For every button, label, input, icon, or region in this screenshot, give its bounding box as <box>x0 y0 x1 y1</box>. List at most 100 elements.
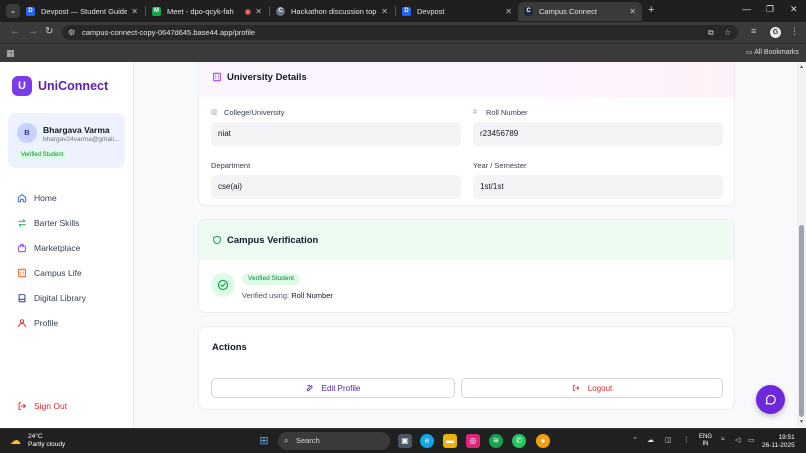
brand-name: UniConnect <box>38 79 109 93</box>
close-tab-icon[interactable]: ✕ <box>629 7 636 16</box>
edge-browser-icon[interactable]: e <box>420 434 434 448</box>
restore-icon[interactable]: ❐ <box>766 4 774 15</box>
browser-toolbar: ← → ↻ ⚙ campus-connect-copy-0647d645.bas… <box>0 22 806 43</box>
apps-grid-icon[interactable]: ▦ <box>6 48 15 59</box>
close-tab-icon[interactable]: ✕ <box>131 7 138 16</box>
edit-icon <box>306 384 314 392</box>
scrollbar[interactable]: ▲ ▼ <box>797 62 806 428</box>
browser-menu-icon[interactable]: ⋮ <box>790 26 799 37</box>
sidebar-item-campus-life[interactable]: Campus Life <box>17 268 82 278</box>
scroll-down-icon[interactable]: ▼ <box>798 419 805 425</box>
sidebar-item-label: Profile <box>34 318 59 328</box>
year-semester-label: Year / Semester <box>473 161 527 170</box>
status-badge: Verified Student <box>242 273 300 285</box>
new-tab-button[interactable]: + <box>648 4 654 16</box>
building-icon <box>212 72 222 82</box>
user-email: bhargav24varma@gmail... <box>43 136 120 143</box>
whatsapp-icon[interactable]: ✆ <box>512 434 526 448</box>
all-bookmarks-label: All Bookmarks <box>754 49 799 56</box>
brand-logo: U <box>12 76 32 96</box>
sidebar-item-label: Digital Library <box>34 293 86 303</box>
chat-button[interactable] <box>756 385 785 414</box>
browser-tab[interactable]: D Devpost ✕ <box>396 2 518 21</box>
logout-button[interactable]: Logout <box>461 378 723 398</box>
taskbar-search[interactable]: ⌕ Search <box>278 432 390 450</box>
microphone-icon[interactable]: ⋮ <box>683 436 690 444</box>
home-icon <box>17 193 27 203</box>
sidebar-item-label: Barter Skills <box>34 218 80 228</box>
onedrive-icon[interactable]: ☁ <box>647 436 654 444</box>
weather-widget[interactable]: ☁ 24°C Partly cloudy <box>10 433 65 449</box>
devpost-favicon-icon: D <box>402 7 411 16</box>
section-title: Actions <box>212 341 247 353</box>
browser-tab[interactable]: M Meet - dpo-qcyk-fah ◉ ✕ <box>146 2 268 21</box>
instagram-icon[interactable]: ◎ <box>466 434 480 448</box>
close-tab-icon[interactable]: ✕ <box>505 7 512 16</box>
language-indicator[interactable]: ENG IN <box>699 434 712 448</box>
address-bar[interactable]: ⚙ campus-connect-copy-0647d645.base44.ap… <box>62 25 738 40</box>
file-explorer-icon[interactable]: ▬ <box>443 434 457 448</box>
sidebar-item-profile[interactable]: Profile <box>17 318 58 328</box>
folder-icon: ▭ <box>746 49 753 56</box>
sidebar-item-label: Marketplace <box>34 243 81 253</box>
sidebar-item-marketplace[interactable]: Marketplace <box>17 243 80 253</box>
task-view-icon[interactable]: ▣ <box>398 434 412 448</box>
reload-icon[interactable]: ↻ <box>45 26 53 37</box>
brand[interactable]: U UniConnect <box>12 76 108 96</box>
hash-icon: # <box>473 108 477 116</box>
volume-icon[interactable]: ◁ <box>735 436 740 444</box>
app-page: U UniConnect B Bhargava Varma bhargav24v… <box>0 62 806 428</box>
campus-verification-header: Campus Verification <box>199 220 734 260</box>
tray-chevron-icon[interactable]: ⌃ <box>632 436 638 444</box>
back-icon[interactable]: ← <box>10 26 20 37</box>
edit-profile-button[interactable]: Edit Profile <box>211 378 455 398</box>
logout-icon <box>572 384 580 392</box>
partly-cloudy-icon: ☁ <box>10 435 21 447</box>
minimize-icon[interactable]: — <box>742 4 751 14</box>
tray-app-icon[interactable]: ◫ <box>665 436 672 444</box>
swap-icon <box>17 218 27 228</box>
temperature: 24°C <box>28 433 43 440</box>
browser-tab[interactable]: C Hackathon discussion topics ✕ <box>270 2 394 21</box>
weather-condition: Partly cloudy <box>28 441 66 448</box>
tab-search-menu-icon[interactable]: ⌄ <box>6 4 20 18</box>
all-bookmarks-button[interactable]: ▭ All Bookmarks <box>746 48 799 56</box>
actions-header: Actions <box>199 327 734 367</box>
close-tab-icon[interactable]: ✕ <box>255 7 262 16</box>
shield-icon <box>212 235 222 245</box>
tab-title: Meet - dpo-qcyk-fah <box>167 7 234 16</box>
windows-start-icon[interactable]: ⊞ <box>257 434 271 448</box>
bookmark-star-icon[interactable]: ☆ <box>724 28 731 37</box>
verified-using-label: Verified using: <box>242 291 290 300</box>
college-label: ▥ College/University <box>211 108 284 117</box>
user-card: B Bhargava Varma bhargav24varma@gmail...… <box>8 113 125 168</box>
wifi-icon[interactable]: ≈ <box>721 436 725 443</box>
field-label-text: Year / Semester <box>473 161 527 170</box>
department-field: cse(ai) <box>211 175 461 199</box>
close-window-icon[interactable]: ✕ <box>790 4 798 15</box>
spotify-icon[interactable]: ≋ <box>489 434 503 448</box>
field-label-text: Department <box>211 161 251 170</box>
browser-tab[interactable]: D Devpost — Student Guide for I ✕ <box>20 2 144 21</box>
sign-out-button[interactable]: Sign Out <box>17 401 67 411</box>
scroll-thumb[interactable] <box>799 225 804 417</box>
chrome-icon[interactable]: ● <box>536 434 550 448</box>
clock[interactable]: 19:51 26-11-2025 <box>762 434 795 450</box>
browser-tab-active[interactable]: C Campus Connect ✕ <box>518 2 642 21</box>
url-text: campus-connect-copy-0647d645.base44.app/… <box>82 28 256 37</box>
sidebar-item-digital-library[interactable]: Digital Library <box>17 293 86 303</box>
chatgpt-favicon-icon: C <box>276 7 285 16</box>
browser-profile-avatar[interactable]: G <box>770 27 781 38</box>
close-tab-icon[interactable]: ✕ <box>381 7 388 16</box>
site-info-icon[interactable]: ⚙ <box>68 28 77 37</box>
building-icon <box>17 268 27 278</box>
scroll-up-icon[interactable]: ▲ <box>798 64 805 70</box>
battery-icon[interactable]: ▭ <box>748 436 755 444</box>
search-label: Search <box>296 436 320 445</box>
search-icon: ⌕ <box>284 436 289 445</box>
sidebar-item-barter-skills[interactable]: Barter Skills <box>17 218 79 228</box>
sidebar-item-home[interactable]: Home <box>17 193 57 203</box>
media-controls-icon[interactable]: ≡ <box>751 26 756 36</box>
install-app-icon[interactable]: ⧉ <box>708 28 714 38</box>
forward-icon[interactable]: → <box>28 26 38 37</box>
